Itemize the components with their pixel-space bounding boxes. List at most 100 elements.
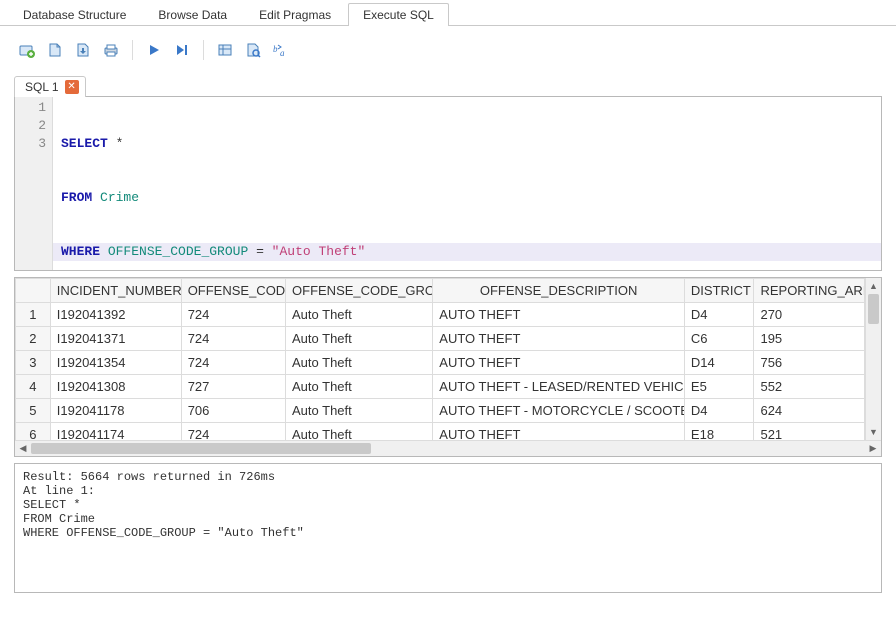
scroll-right-icon[interactable]: ▶ (865, 441, 881, 457)
results-grid[interactable]: INCIDENT_NUMBER OFFENSE_CODE OFFENSE_COD… (15, 278, 865, 440)
cell-incident[interactable]: I192041174 (50, 423, 181, 441)
cell-desc[interactable]: AUTO THEFT (433, 327, 685, 351)
cell-incident[interactable]: I192041392 (50, 303, 181, 327)
horizontal-scrollbar[interactable]: ◀ ▶ (15, 440, 881, 456)
cell-reporting[interactable]: 756 (754, 351, 865, 375)
row-number: 1 (16, 303, 51, 327)
table-row[interactable]: 6I192041174724Auto TheftAUTO THEFTE18521 (16, 423, 865, 441)
cell-reporting[interactable]: 624 (754, 399, 865, 423)
sql-operator: = (248, 244, 271, 259)
rownum-header[interactable] (16, 279, 51, 303)
cell-code[interactable]: 724 (181, 351, 285, 375)
cell-incident[interactable]: I192041354 (50, 351, 181, 375)
toolbar-separator (203, 40, 204, 60)
sql-editor-tabs: SQL 1 ✕ (14, 73, 882, 97)
col-offense-code[interactable]: OFFENSE_CODE (181, 279, 285, 303)
line-number: 3 (15, 135, 46, 153)
line-number: 2 (15, 117, 46, 135)
cell-code[interactable]: 706 (181, 399, 285, 423)
cell-group[interactable]: Auto Theft (286, 423, 433, 441)
new-tab-icon[interactable] (16, 39, 38, 61)
find-replace-icon[interactable]: ba (270, 39, 292, 61)
cell-code[interactable]: 724 (181, 423, 285, 441)
table-row[interactable]: 3I192041354724Auto TheftAUTO THEFTD14756 (16, 351, 865, 375)
cell-group[interactable]: Auto Theft (286, 375, 433, 399)
line-number-gutter: 1 2 3 (15, 97, 53, 270)
cell-reporting[interactable]: 521 (754, 423, 865, 441)
tab-browse-data[interactable]: Browse Data (143, 3, 242, 26)
cell-code[interactable]: 724 (181, 303, 285, 327)
scroll-thumb[interactable] (868, 294, 879, 324)
cell-district[interactable]: C6 (684, 327, 754, 351)
find-icon[interactable] (242, 39, 264, 61)
cell-desc[interactable]: AUTO THEFT (433, 423, 685, 441)
save-results-icon[interactable] (214, 39, 236, 61)
sql-identifier: Crime (100, 190, 139, 205)
cell-group[interactable]: Auto Theft (286, 399, 433, 423)
cell-group[interactable]: Auto Theft (286, 327, 433, 351)
tab-edit-pragmas[interactable]: Edit Pragmas (244, 3, 346, 26)
col-incident-number[interactable]: INCIDENT_NUMBER (50, 279, 181, 303)
col-offense-code-group[interactable]: OFFENSE_CODE_GROUP (286, 279, 433, 303)
cell-desc[interactable]: AUTO THEFT - LEASED/RENTED VEHICLE (433, 375, 685, 399)
col-reporting-area[interactable]: REPORTING_ARI (754, 279, 865, 303)
row-number: 6 (16, 423, 51, 441)
table-row[interactable]: 4I192041308727Auto TheftAUTO THEFT - LEA… (16, 375, 865, 399)
scroll-up-icon[interactable]: ▲ (866, 278, 881, 294)
cell-reporting[interactable]: 270 (754, 303, 865, 327)
cell-desc[interactable]: AUTO THEFT - MOTORCYCLE / SCOOTER (433, 399, 685, 423)
sql-toolbar: ba (0, 26, 896, 72)
toolbar-separator (132, 40, 133, 60)
svg-text:b: b (273, 44, 278, 54)
tab-execute-sql[interactable]: Execute SQL (348, 3, 449, 26)
execute-line-icon[interactable] (171, 39, 193, 61)
line-number: 1 (15, 99, 46, 117)
row-number: 5 (16, 399, 51, 423)
cell-reporting[interactable]: 195 (754, 327, 865, 351)
print-icon[interactable] (100, 39, 122, 61)
table-row[interactable]: 2I192041371724Auto TheftAUTO THEFTC6195 (16, 327, 865, 351)
sql-string: "Auto Theft" (272, 244, 366, 259)
tab-database-structure[interactable]: Database Structure (8, 3, 141, 26)
scroll-thumb[interactable] (31, 443, 371, 454)
scroll-left-icon[interactable]: ◀ (15, 441, 31, 457)
main-tabs: Database Structure Browse Data Edit Prag… (0, 0, 896, 26)
vertical-scrollbar[interactable]: ▲ ▼ (865, 278, 881, 440)
cell-district[interactable]: D4 (684, 399, 754, 423)
row-number: 3 (16, 351, 51, 375)
cell-reporting[interactable]: 552 (754, 375, 865, 399)
col-district[interactable]: DISTRICT (684, 279, 754, 303)
table-row[interactable]: 1I192041392724Auto TheftAUTO THEFTD4270 (16, 303, 865, 327)
cell-code[interactable]: 727 (181, 375, 285, 399)
sql-tab-1[interactable]: SQL 1 ✕ (14, 76, 86, 97)
sql-editor[interactable]: 1 2 3 SELECT * FROM Crime WHERE OFFENSE_… (14, 96, 882, 271)
header-row: INCIDENT_NUMBER OFFENSE_CODE OFFENSE_COD… (16, 279, 865, 303)
row-number: 4 (16, 375, 51, 399)
svg-text:a: a (280, 48, 285, 58)
open-file-icon[interactable] (44, 39, 66, 61)
cell-district[interactable]: D14 (684, 351, 754, 375)
col-offense-description[interactable]: OFFENSE_DESCRIPTION (433, 279, 685, 303)
cell-district[interactable]: E5 (684, 375, 754, 399)
sql-text: * (108, 136, 124, 151)
scroll-down-icon[interactable]: ▼ (866, 424, 881, 440)
close-tab-icon[interactable]: ✕ (65, 80, 79, 94)
cell-group[interactable]: Auto Theft (286, 351, 433, 375)
status-log: Result: 5664 rows returned in 726ms At l… (14, 463, 882, 593)
sql-tab-label: SQL 1 (25, 80, 59, 94)
cell-incident[interactable]: I192041308 (50, 375, 181, 399)
cell-district[interactable]: E18 (684, 423, 754, 441)
cell-incident[interactable]: I192041371 (50, 327, 181, 351)
cell-district[interactable]: D4 (684, 303, 754, 327)
cell-desc[interactable]: AUTO THEFT (433, 351, 685, 375)
row-number: 2 (16, 327, 51, 351)
cell-code[interactable]: 724 (181, 327, 285, 351)
cell-group[interactable]: Auto Theft (286, 303, 433, 327)
code-area[interactable]: SELECT * FROM Crime WHERE OFFENSE_CODE_G… (53, 97, 881, 270)
execute-icon[interactable] (143, 39, 165, 61)
results-panel: INCIDENT_NUMBER OFFENSE_CODE OFFENSE_COD… (14, 277, 882, 457)
save-file-icon[interactable] (72, 39, 94, 61)
cell-desc[interactable]: AUTO THEFT (433, 303, 685, 327)
cell-incident[interactable]: I192041178 (50, 399, 181, 423)
table-row[interactable]: 5I192041178706Auto TheftAUTO THEFT - MOT… (16, 399, 865, 423)
